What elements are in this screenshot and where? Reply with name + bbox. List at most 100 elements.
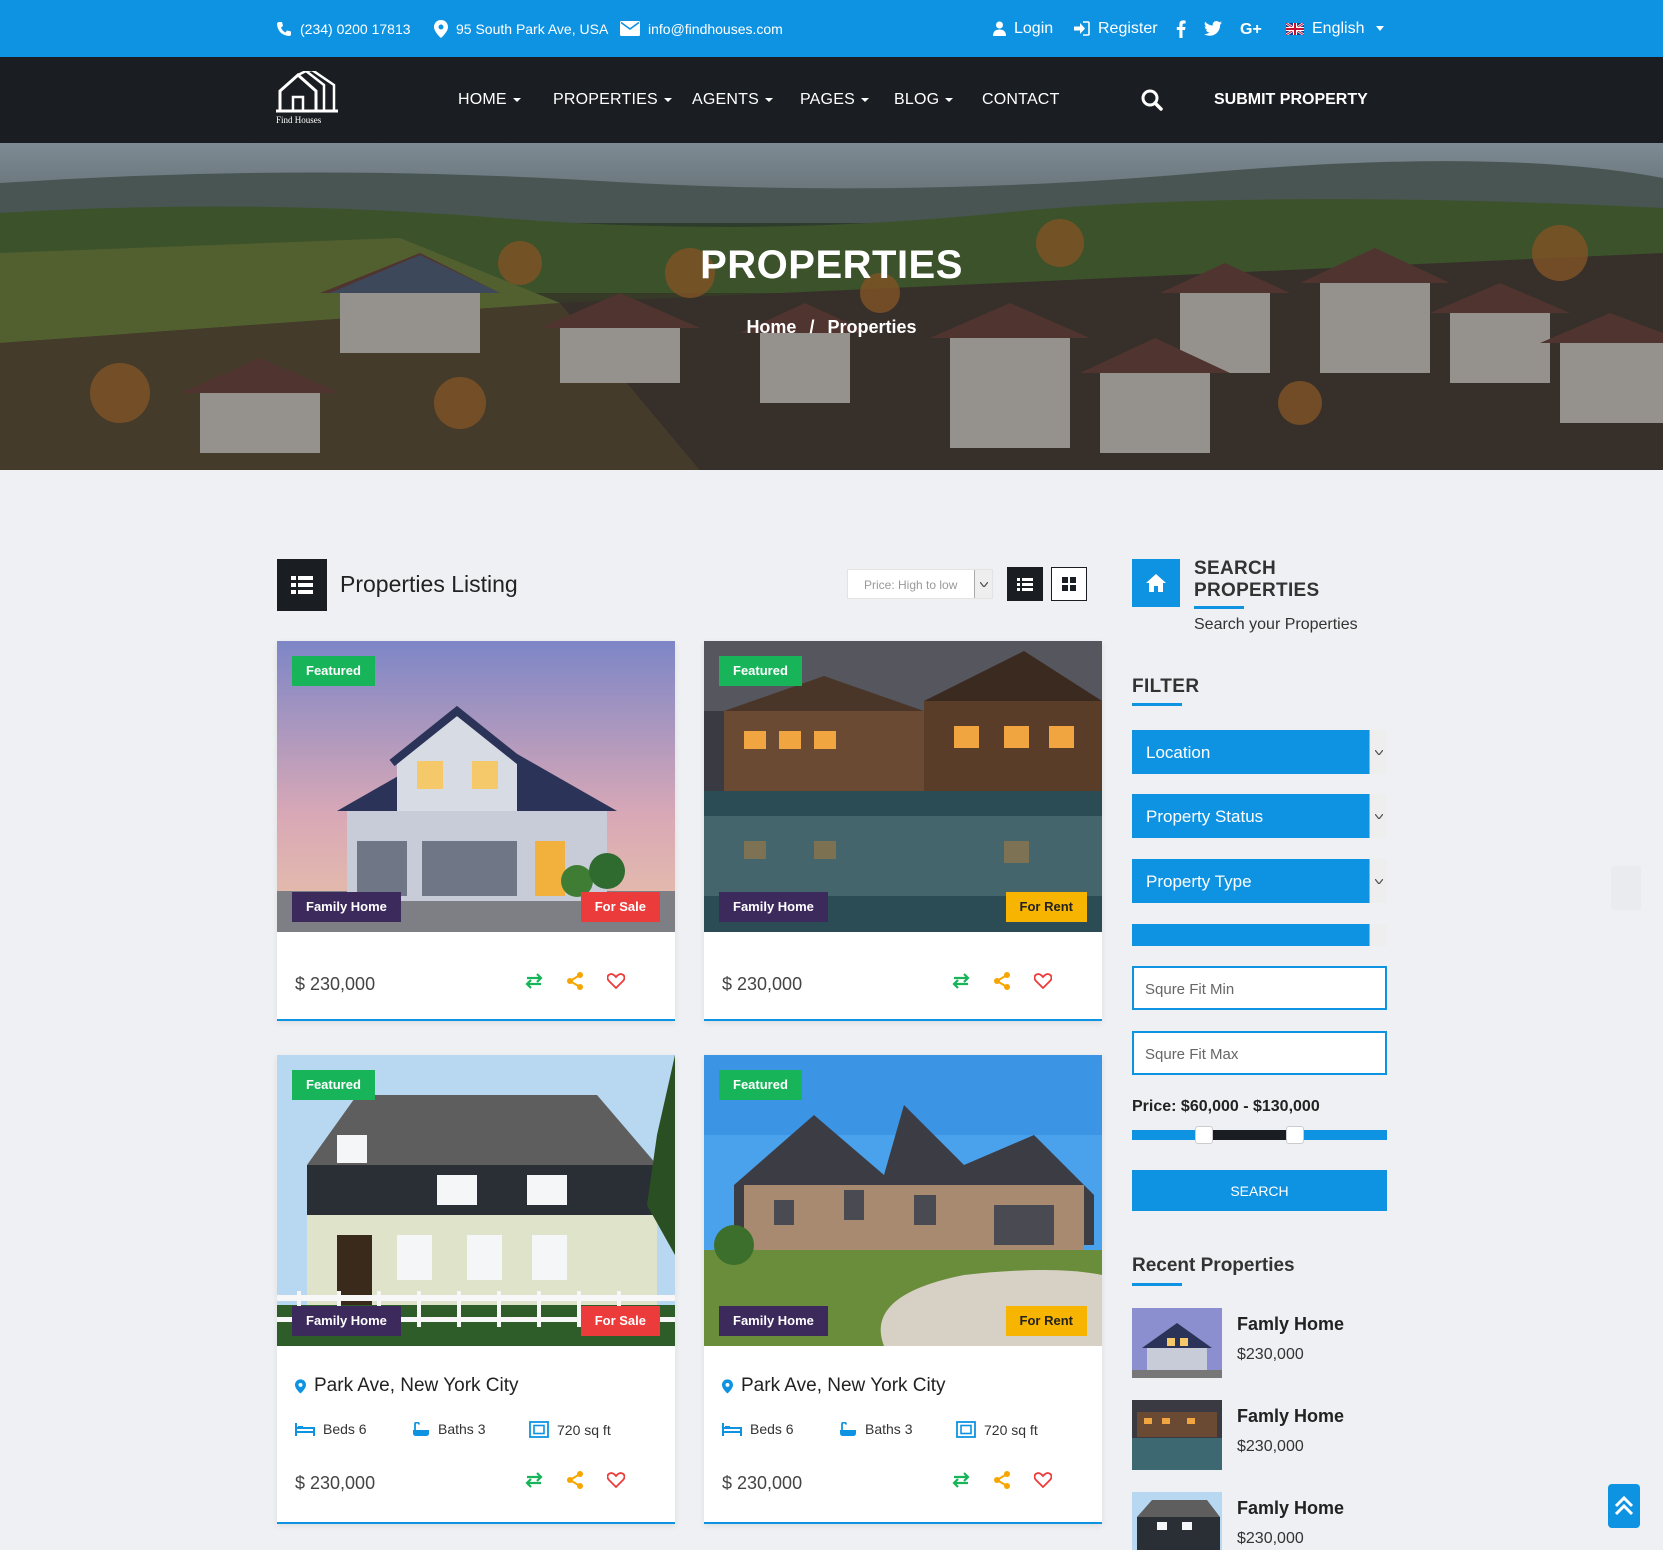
grid-view-button[interactable] (1051, 567, 1087, 601)
nav-item-properties[interactable]: PROPERTIES (553, 57, 672, 143)
price-range-slider[interactable] (1132, 1126, 1387, 1144)
heart-icon[interactable] (1034, 973, 1052, 989)
back-to-top-button[interactable] (1608, 1484, 1640, 1528)
property-image[interactable]: Featured Family Home For Sale (277, 1055, 675, 1346)
property-type-badge[interactable]: Family Home (292, 1306, 401, 1336)
location-text: Park Ave, New York City (741, 1375, 946, 1396)
featured-badge: Featured (292, 1070, 375, 1100)
baths-spec: Baths 3 (412, 1421, 485, 1437)
submit-property-link[interactable]: SUBMIT PROPERTY (1214, 57, 1368, 143)
property-location[interactable]: Park Ave, New York City (295, 1375, 519, 1397)
sqft-min-input[interactable]: Squre Fit Min (1132, 966, 1387, 1010)
share-icon[interactable] (994, 972, 1010, 990)
recent-property-thumbnail[interactable] (1132, 1492, 1222, 1550)
address-text: 95 South Park Ave, USA (456, 20, 609, 37)
beds-text: Beds 6 (750, 1421, 794, 1437)
google-plus-icon[interactable]: G+ (1240, 0, 1264, 57)
recent-property-item[interactable]: Famly Home $230,000 (1132, 1308, 1387, 1378)
property-card[interactable]: Featured Family Home For Sale Park Ave, … (277, 1055, 675, 1524)
nav-item-home[interactable]: HOME (458, 57, 521, 143)
recent-property-thumbnail[interactable] (1132, 1308, 1222, 1378)
phone-icon (276, 21, 292, 37)
chevron-down-icon (1376, 26, 1385, 31)
share-icon[interactable] (567, 1471, 583, 1489)
property-type-badge[interactable]: Family Home (292, 892, 401, 922)
compare-icon[interactable] (952, 1472, 970, 1488)
language-selector[interactable]: English (1286, 0, 1385, 57)
area-text: 720 sq ft (557, 1421, 611, 1438)
search-button[interactable]: SEARCH (1132, 1170, 1387, 1211)
envelope-icon (620, 21, 640, 36)
sidebar-title-line2: PROPERTIES (1194, 580, 1320, 601)
login-link[interactable]: Login (993, 0, 1053, 57)
area-icon (956, 1421, 976, 1438)
heart-icon[interactable] (607, 1472, 625, 1488)
breadcrumb: Home / Properties (0, 317, 1663, 338)
recent-property-item[interactable]: Famly Home $230,000 (1132, 1400, 1387, 1470)
property-card[interactable]: Featured Family Home For Sale $ 230,000 (277, 641, 675, 1021)
property-card[interactable]: Featured Family Home For Rent Park Ave, … (704, 1055, 1102, 1524)
register-link[interactable]: Register (1074, 0, 1158, 57)
status-badge[interactable]: For Rent (1005, 892, 1087, 922)
chevron-down-icon (974, 570, 992, 598)
compare-icon[interactable] (525, 1472, 543, 1488)
share-icon[interactable] (994, 1471, 1010, 1489)
side-panel-tab[interactable] (1611, 866, 1641, 910)
facebook-icon[interactable] (1176, 0, 1186, 57)
email-contact[interactable]: info@findhouses.com (620, 0, 783, 57)
sort-value: Price: High to low (864, 578, 958, 592)
breadcrumb-home[interactable]: Home (746, 317, 796, 337)
status-badge[interactable]: For Sale (580, 892, 660, 922)
nav-pages-label: PAGES (800, 91, 855, 108)
phone-contact[interactable]: (234) 0200 17813 (276, 0, 411, 57)
chevron-down-icon (1369, 794, 1387, 838)
address-contact: 95 South Park Ave, USA (434, 0, 608, 57)
compare-icon[interactable] (952, 973, 970, 989)
register-label: Register (1098, 19, 1158, 37)
home-icon (1132, 559, 1180, 607)
property-type-badge[interactable]: Family Home (719, 892, 828, 922)
nav-item-pages[interactable]: PAGES (800, 57, 869, 143)
compare-icon[interactable] (525, 973, 543, 989)
double-chevron-up-icon (1614, 1495, 1634, 1516)
search-icon[interactable] (1141, 57, 1163, 143)
property-price: $ 230,000 (295, 1473, 376, 1493)
property-location[interactable]: Park Ave, New York City (722, 1375, 946, 1397)
uk-flag-icon (1286, 22, 1304, 35)
nav-item-blog[interactable]: BLOG (894, 57, 954, 143)
site-logo[interactable]: Find Houses (276, 71, 340, 129)
list-view-button[interactable] (1007, 567, 1043, 601)
recent-property-name[interactable]: Famly Home (1237, 1498, 1344, 1519)
recent-property-thumbnail[interactable] (1132, 1400, 1222, 1470)
caret-down-icon (945, 98, 954, 102)
property-type-select[interactable]: Property Type (1132, 859, 1387, 903)
recent-property-item[interactable]: Famly Home $230,000 (1132, 1492, 1387, 1550)
heart-icon[interactable] (607, 973, 625, 989)
property-image[interactable]: Featured Family Home For Rent (704, 641, 1102, 932)
heart-icon[interactable] (1034, 1472, 1052, 1488)
area-icon (529, 1421, 549, 1438)
property-type-badge[interactable]: Family Home (719, 1306, 828, 1336)
property-status-select[interactable]: Property Status (1132, 794, 1387, 838)
recent-property-name[interactable]: Famly Home (1237, 1406, 1344, 1427)
status-badge[interactable]: For Rent (1005, 1306, 1087, 1336)
status-badge[interactable]: For Sale (580, 1306, 660, 1336)
recent-property-name[interactable]: Famly Home (1237, 1314, 1344, 1335)
nav-item-agents[interactable]: AGENTS (692, 57, 773, 143)
twitter-icon[interactable] (1204, 0, 1222, 57)
share-icon[interactable] (567, 972, 583, 990)
property-card[interactable]: Featured Family Home For Rent $ 230,000 (704, 641, 1102, 1021)
sort-select[interactable]: Price: High to low (847, 569, 993, 599)
nav-home-label: HOME (458, 91, 507, 108)
location-select[interactable]: Location (1132, 730, 1387, 774)
nav-item-contact[interactable]: CONTACT (982, 57, 1060, 143)
property-image[interactable]: Featured Family Home For Rent (704, 1055, 1102, 1346)
extra-select[interactable] (1132, 924, 1387, 946)
slider-min-handle[interactable] (1195, 1126, 1213, 1144)
nav-blog-label: BLOG (894, 91, 940, 108)
slider-max-handle[interactable] (1286, 1126, 1304, 1144)
svg-text:G+: G+ (1240, 21, 1262, 36)
property-image[interactable]: Featured Family Home For Sale (277, 641, 675, 932)
sqft-max-input[interactable]: Squre Fit Max (1132, 1031, 1387, 1075)
chevron-down-icon (1369, 730, 1387, 774)
